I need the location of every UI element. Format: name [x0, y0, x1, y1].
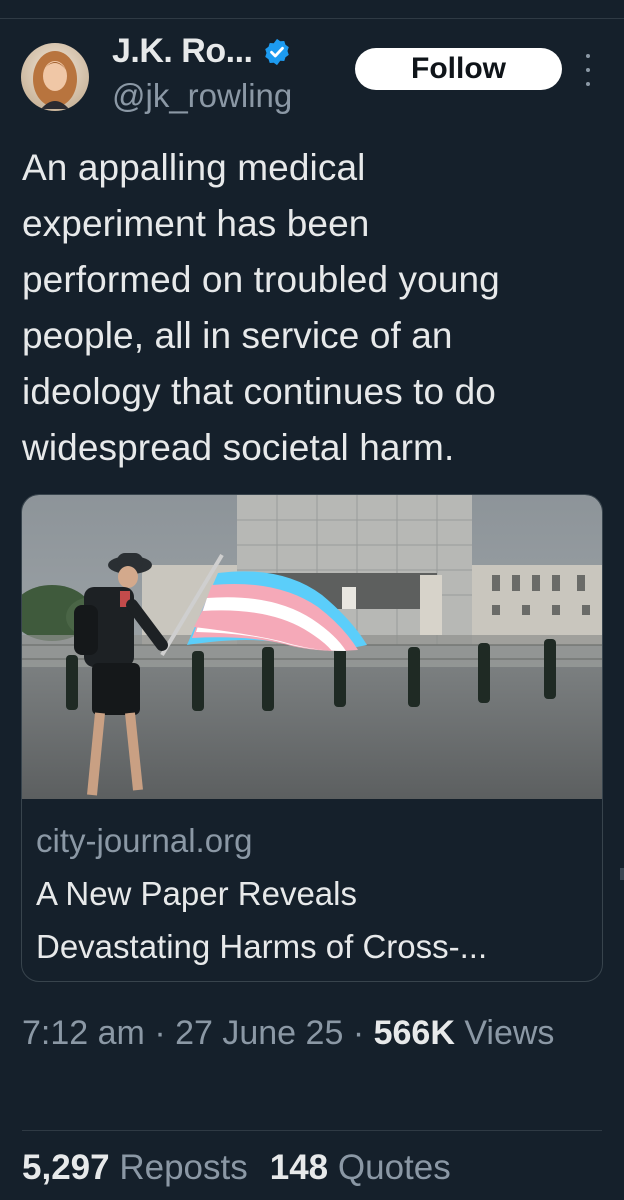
quotes-count: 148: [269, 1148, 329, 1187]
quotes-stat[interactable]: 148 Quotes: [270, 1148, 451, 1187]
link-title-line: Devastating Harms of Cross-...: [36, 928, 488, 965]
more-vertical-icon: [586, 54, 590, 58]
scrollbar[interactable]: [620, 868, 624, 880]
views-count: 566K: [373, 1014, 455, 1052]
link-preview-card[interactable]: city-journal.org A New Paper Reveals Dev…: [21, 494, 603, 982]
author-display-name[interactable]: J.K. Ro...: [112, 32, 253, 71]
tweet-meta: 7:12 am · 27 June 25 · 566K Views: [22, 1007, 602, 1060]
meta-separator: ·: [154, 1014, 166, 1052]
link-title-line: A New Paper Reveals: [36, 875, 357, 912]
meta-separator: ·: [352, 1014, 365, 1052]
link-title[interactable]: A New Paper Reveals Devastating Harms of…: [36, 867, 591, 973]
views-label: Views: [464, 1014, 555, 1052]
reposts-count: 5,297: [22, 1148, 110, 1187]
reposts-stat[interactable]: 5,297 Reposts: [22, 1148, 248, 1187]
quotes-label: Quotes: [337, 1148, 451, 1187]
reposts-label: Reposts: [119, 1148, 248, 1187]
author-name-row[interactable]: J.K. Ro...: [112, 32, 292, 71]
avatar-image: [21, 43, 89, 111]
avatar[interactable]: [21, 43, 89, 111]
top-divider: [0, 18, 624, 19]
follow-button[interactable]: Follow: [355, 48, 562, 90]
verified-badge-icon: [265, 38, 290, 65]
tweet-text: An appalling medical experiment has been…: [22, 140, 612, 476]
tweet-date[interactable]: 27 June 25: [175, 1014, 343, 1052]
tweet-text-line: ideology that continues to do: [22, 371, 496, 412]
tweet-text-line: widespread societal harm.: [22, 427, 455, 468]
tweet-text-line: An appalling medical: [22, 147, 366, 188]
tweet-time[interactable]: 7:12 am: [22, 1014, 145, 1052]
tweet-text-line: performed on troubled young: [22, 259, 500, 300]
author-handle[interactable]: @jk_rowling: [112, 77, 292, 115]
tweet-text-line: experiment has been: [22, 203, 370, 244]
tweet-text-line: people, all in service of an: [22, 315, 453, 356]
more-options-button[interactable]: [578, 54, 598, 86]
tweet-detail: J.K. Ro... @jk_rowling Follow An appalli…: [0, 0, 624, 1200]
engagement-stats: 5,297 Reposts 148 Quotes: [22, 1148, 451, 1188]
link-preview-image[interactable]: [22, 495, 603, 799]
link-domain: city-journal.org: [36, 822, 253, 859]
stats-divider: [22, 1130, 602, 1131]
